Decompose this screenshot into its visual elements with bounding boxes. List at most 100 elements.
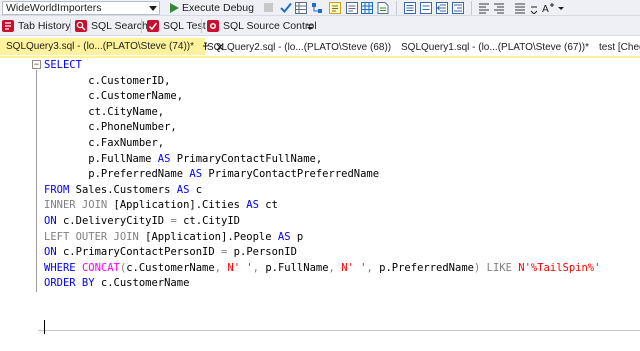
sql-search-label: SQL Search bbox=[91, 20, 148, 32]
code-token: ON bbox=[44, 214, 57, 227]
sql-test-button[interactable]: SQL Test bbox=[147, 18, 206, 34]
tab-history-button[interactable]: Tab History bbox=[2, 18, 71, 34]
tab-sqlquery1[interactable]: SQLQuery1.sql - (lo...(PLATO\Steve (67))… bbox=[401, 39, 589, 55]
code-token: p.PersonID bbox=[227, 246, 297, 259]
code-line[interactable]: c.CustomerName, bbox=[44, 89, 640, 105]
sql-source-control-icon bbox=[207, 20, 219, 32]
decrease-indent-icon[interactable] bbox=[436, 2, 449, 14]
toolbar-overflow-button[interactable] bbox=[307, 18, 313, 34]
toolbar-separator bbox=[396, 1, 397, 15]
sql-search-button[interactable]: SQL Search bbox=[75, 18, 148, 34]
svg-text:A: A bbox=[542, 4, 549, 14]
toolbar-separator bbox=[70, 19, 71, 33]
code-token: ON bbox=[44, 246, 57, 259]
align-indent-icon[interactable] bbox=[493, 2, 506, 14]
parse-checkmark-icon[interactable] bbox=[280, 2, 293, 14]
code-token: WHERE bbox=[44, 261, 76, 274]
code-line[interactable]: c.PhoneNumber, bbox=[44, 120, 640, 136]
font-size-icon[interactable]: A bbox=[542, 2, 555, 15]
code-token: p.PreferredName bbox=[44, 168, 190, 181]
code-token: c.CustomerID, bbox=[44, 74, 171, 87]
results-grid-mode-icon[interactable] bbox=[361, 2, 374, 14]
tab-history-icon bbox=[2, 20, 14, 32]
code-token: AS bbox=[246, 199, 259, 212]
sql-source-control-label: SQL Source Control bbox=[223, 20, 317, 32]
results-text-icon[interactable] bbox=[346, 2, 359, 14]
code-line[interactable]: WHERE CONCAT(c.CustomerName, N' ', p.Ful… bbox=[44, 261, 640, 277]
collapse-outline-icon[interactable]: − bbox=[32, 60, 41, 69]
code-token: AS bbox=[189, 168, 203, 181]
execute-icon bbox=[170, 3, 179, 13]
tab-sqlquery2[interactable]: SQLQuery2.sql - (lo...(PLATO\Steve (68)) bbox=[207, 39, 391, 55]
tab-history-label: Tab History bbox=[18, 20, 71, 32]
code-token: Sales.Customers bbox=[69, 183, 177, 196]
display-plan-icon[interactable] bbox=[311, 2, 324, 14]
code-line[interactable]: p.FullName AS PrimaryContactFullName, bbox=[44, 152, 640, 168]
debug-button[interactable]: Debug bbox=[223, 1, 254, 15]
outline-guide bbox=[36, 70, 37, 292]
addin-toolbar: Tab History SQL Search SQL Test SQL Sour… bbox=[0, 16, 640, 36]
debug-label: Debug bbox=[223, 2, 254, 14]
database-select-value: WideWorldImporters bbox=[6, 2, 102, 14]
database-select[interactable]: WideWorldImporters bbox=[2, 1, 160, 15]
code-token: p bbox=[290, 230, 304, 243]
code-token: c.CustomerName bbox=[126, 261, 215, 274]
tab-label: test [Check bbox=[599, 41, 640, 53]
sql-search-icon bbox=[75, 20, 87, 32]
sql-test-icon bbox=[147, 20, 159, 32]
code-token: INNER JOIN bbox=[44, 199, 108, 212]
results-grid-icon[interactable] bbox=[295, 2, 308, 14]
code-token: c.PrimaryContactPersonID bbox=[56, 246, 222, 259]
code-line[interactable]: ON c.PrimaryContactPersonID = p.PersonID bbox=[44, 245, 640, 261]
code-token: ct bbox=[258, 199, 278, 212]
code-token: ct.CityName, bbox=[44, 105, 165, 118]
code-token: c.PhoneNumber, bbox=[44, 121, 177, 134]
code-line[interactable]: ORDER BY c.CustomerName bbox=[44, 276, 640, 292]
code-line[interactable]: p.PreferredName AS PrimaryContactPreferr… bbox=[44, 167, 640, 183]
editor-bottom-divider bbox=[38, 330, 640, 331]
execute-label: Execute bbox=[182, 2, 220, 14]
toolbar-separator bbox=[141, 19, 142, 33]
chevron-down-icon[interactable] bbox=[558, 2, 571, 14]
sql-test-label: SQL Test bbox=[163, 20, 206, 32]
stop-icon[interactable] bbox=[263, 2, 276, 14]
code-token: AS bbox=[176, 183, 190, 196]
code-line[interactable]: c.CustomerID, bbox=[44, 74, 640, 90]
code-line[interactable]: SELECT bbox=[44, 58, 640, 74]
code-token: c.DeliveryCityID bbox=[56, 214, 171, 227]
uncomment-icon[interactable] bbox=[420, 2, 433, 14]
query-options-icon[interactable] bbox=[329, 2, 342, 14]
comment-out-icon[interactable] bbox=[404, 2, 417, 14]
chevron-down-icon bbox=[147, 2, 159, 14]
code-token: LIKE bbox=[486, 261, 512, 274]
code-token: p.FullName bbox=[259, 261, 329, 274]
editor-margin bbox=[0, 58, 31, 351]
toolbar-separator bbox=[201, 19, 202, 33]
text-caret bbox=[44, 320, 45, 334]
query-editor[interactable]: − SELECT c.CustomerID, c.CustomerName, c… bbox=[0, 58, 640, 351]
sql-source-control-button[interactable]: SQL Source Control bbox=[207, 18, 317, 34]
code-line[interactable]: ON c.DeliveryCityID = ct.CityID bbox=[44, 214, 640, 230]
execute-button[interactable]: Execute bbox=[170, 1, 220, 15]
code-token: c.CustomerName, bbox=[44, 90, 184, 103]
code-line[interactable]: c.FaxNumber, bbox=[44, 136, 640, 152]
code-token: p.FullName bbox=[44, 152, 158, 165]
overflow-chevron-icon bbox=[307, 24, 313, 30]
format-list-icon[interactable] bbox=[514, 2, 527, 14]
code-line[interactable]: FROM Sales.Customers AS c bbox=[44, 183, 640, 199]
increase-indent-icon[interactable] bbox=[452, 2, 465, 14]
tab-test[interactable]: test [Check bbox=[599, 39, 640, 55]
code-token: ORDER BY bbox=[44, 277, 95, 290]
code-token: LEFT OUTER JOIN bbox=[44, 230, 139, 243]
results-file-icon[interactable] bbox=[377, 2, 390, 14]
tab-sqlquery3[interactable]: SQLQuery3.sql - (lo...(PLATO\Steve (74))… bbox=[0, 38, 224, 55]
tab-label: SQLQuery3.sql - (lo...(PLATO\Steve (74))… bbox=[6, 41, 195, 52]
code-token: PrimaryContactPreferredName bbox=[202, 168, 380, 181]
code-token: ct.CityID bbox=[176, 214, 240, 227]
document-tab-strip: SQLQuery3.sql - (lo...(PLATO\Steve (74))… bbox=[0, 36, 640, 56]
sql-code[interactable]: SELECT c.CustomerID, c.CustomerName, ct.… bbox=[44, 58, 640, 292]
code-line[interactable]: ct.CityName, bbox=[44, 105, 640, 121]
code-line[interactable]: INNER JOIN [Application].Cities AS ct bbox=[44, 198, 640, 214]
code-line[interactable]: LEFT OUTER JOIN [Application].People AS … bbox=[44, 230, 640, 246]
align-left-icon[interactable] bbox=[478, 2, 491, 14]
